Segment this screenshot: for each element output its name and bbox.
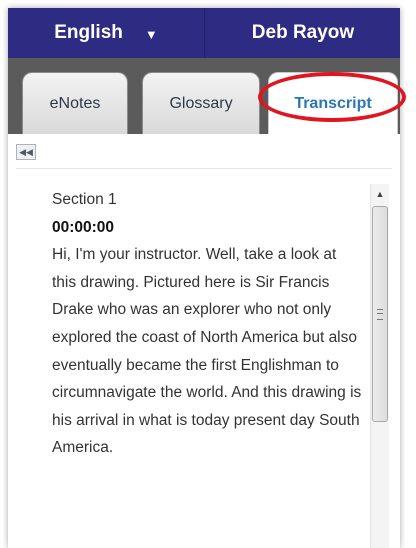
tab-label: Transcript xyxy=(294,94,372,112)
language-dropdown[interactable]: English ▼ xyxy=(8,8,204,58)
transcript-body: Section 1 00:00:00 Hi, I'm your instruct… xyxy=(52,186,362,462)
language-label: English xyxy=(54,22,123,43)
tab-strip: eNotes Glossary Transcript xyxy=(8,58,400,134)
up-arrow-icon[interactable]: ▲ xyxy=(371,186,389,202)
collapse-button[interactable]: ◀◀ xyxy=(16,144,36,160)
user-name[interactable]: Deb Rayow xyxy=(204,8,400,58)
grip-icon xyxy=(377,309,383,320)
chevron-down-icon: ▼ xyxy=(144,26,158,42)
tab-glossary[interactable]: Glossary xyxy=(142,72,260,134)
divider xyxy=(16,168,392,169)
double-left-arrow-icon: ◀◀ xyxy=(19,147,33,157)
transcript-panel: English ▼ Deb Rayow eNotes Glossary Tran… xyxy=(8,8,400,548)
tab-transcript[interactable]: Transcript xyxy=(268,72,398,134)
tab-enotes[interactable]: eNotes xyxy=(22,72,128,134)
transcript-content: ◀◀ Section 1 00:00:00 Hi, I'm your instr… xyxy=(8,134,400,548)
timestamp: 00:00:00 xyxy=(52,218,115,236)
top-bar: English ▼ Deb Rayow xyxy=(8,8,400,58)
tab-label: eNotes xyxy=(49,94,101,112)
scrollbar[interactable]: ▲ xyxy=(370,184,389,548)
tab-label: Glossary xyxy=(169,94,233,112)
scrollbar-thumb[interactable] xyxy=(372,206,388,422)
section-title: Section 1 xyxy=(52,191,117,208)
transcript-text: Hi, I'm your instructor. Well, take a lo… xyxy=(52,246,362,457)
